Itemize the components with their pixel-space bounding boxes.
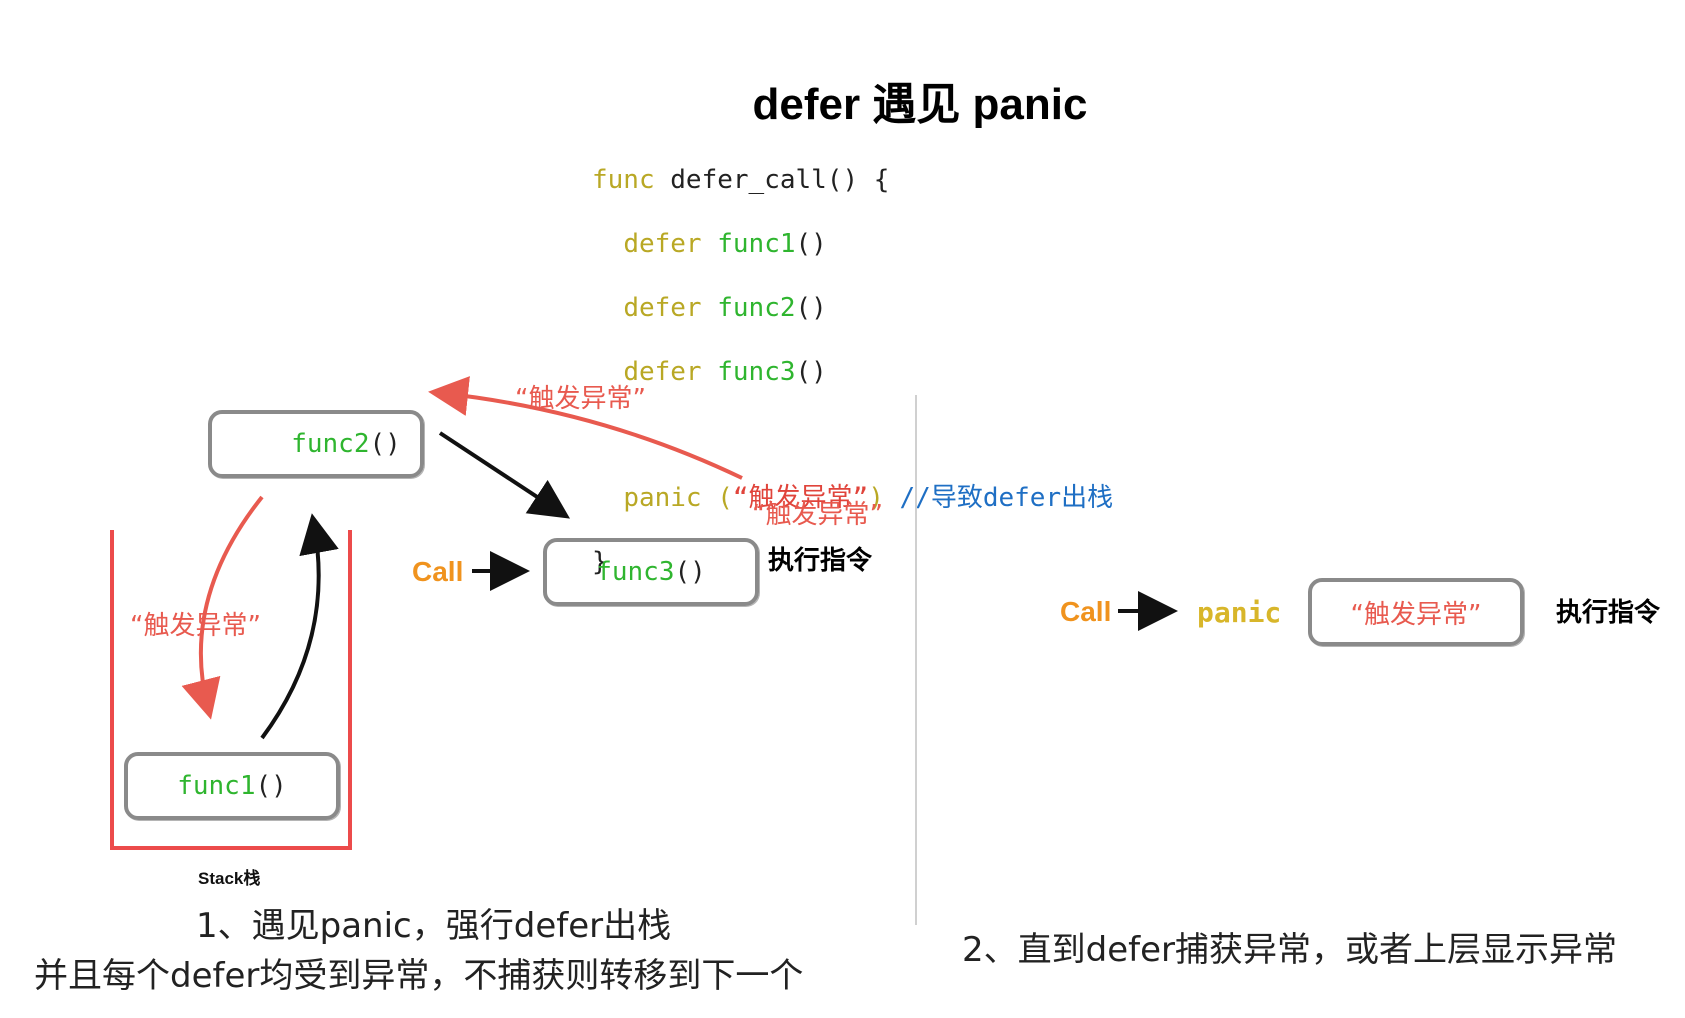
func3-box: func3() [543,538,759,606]
func1-paren: () [255,771,287,801]
exception-label-top: “触发异常” [515,384,646,414]
exec-label-right: 执行指令 [1556,597,1661,627]
exec-label-left: 执行指令 [768,545,873,575]
func3-name: func3 [596,557,675,587]
func3-paren: () [674,557,706,587]
exception-label-right: “触发异常” [752,500,883,530]
black-arrow-up [260,513,339,740]
exception-label-left: “触发异常” [130,611,261,641]
panic-label: panic [1197,596,1282,629]
func1-box: func1() [124,752,340,820]
call-label-left: Call [412,556,464,587]
caption-left-line2: 并且每个defer均受到异常，不捕获则转移到下一个 [34,956,804,996]
func1-name: func1 [177,771,256,801]
exception-box-text: “触发异常” [1350,599,1482,630]
exception-box: “触发异常” [1308,578,1524,646]
caption-right: 2、直到defer捕获异常，或者上层显示异常 [962,930,1617,970]
caption-left-line1: 1、遇见panic，强行defer出栈 [196,906,672,946]
func2-name: func2 [291,429,370,459]
black-arrow-func2-func3 [438,431,571,519]
red-arrow-down [181,495,264,720]
func2-box: func2() [208,410,424,478]
call-label-right: Call [1060,596,1112,627]
func2-paren: () [369,429,401,459]
stack-label: Stack栈 [198,869,261,888]
